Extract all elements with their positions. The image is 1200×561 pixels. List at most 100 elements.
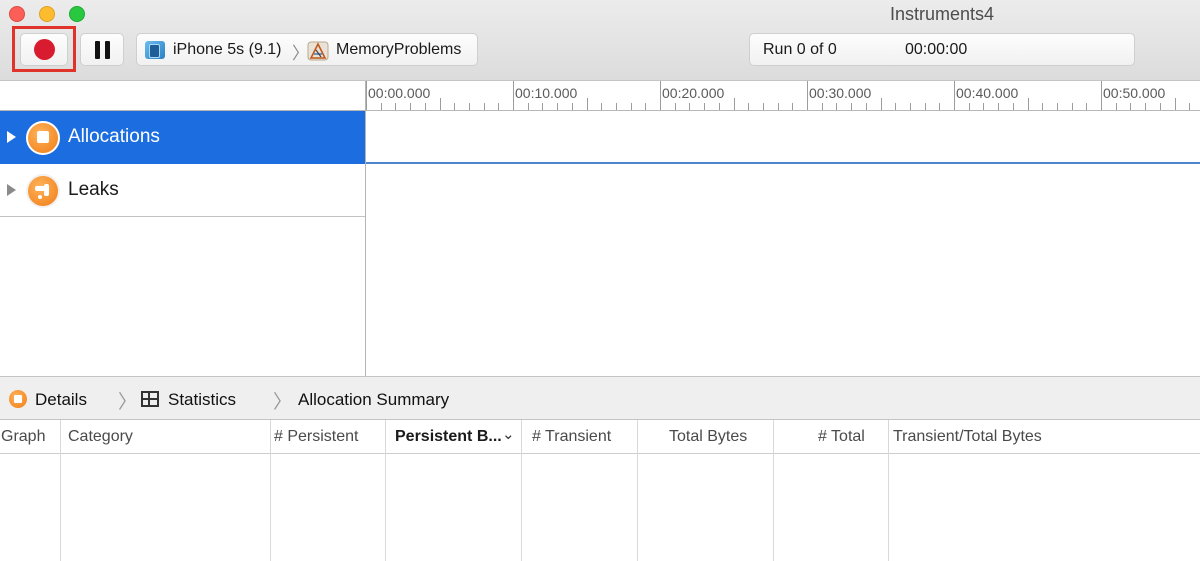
column-header-total-bytes[interactable]: Total Bytes [669, 428, 747, 446]
ruler-tick [851, 103, 852, 110]
details-button[interactable]: Details [35, 390, 87, 410]
allocations-icon [9, 390, 27, 408]
ruler-tick [601, 103, 602, 110]
grid-icon [141, 391, 159, 407]
track-label: Allocations [68, 126, 160, 147]
ruler-tick [1042, 103, 1043, 110]
ruler-tick [925, 103, 926, 110]
timeline-ruler[interactable]: 00:00.000 00:10.000 00:20.000 00:30.000 … [366, 81, 1200, 111]
ruler-tick [440, 98, 441, 110]
column-header-graph[interactable]: Graph [1, 428, 45, 446]
ruler-tick [484, 103, 485, 110]
pause-button[interactable] [80, 33, 124, 66]
track-name-cell[interactable]: Allocations [0, 111, 366, 164]
ruler-tick [1116, 103, 1117, 110]
ruler-tick [1086, 103, 1087, 110]
allocation-summary-table[interactable] [0, 454, 1200, 561]
ruler-tick [469, 103, 470, 110]
track-list-empty-area [0, 218, 366, 376]
close-window-button[interactable] [9, 6, 25, 22]
ruler-tick [572, 103, 573, 110]
column-header-category[interactable]: Category [68, 428, 133, 446]
ruler-tick [557, 103, 558, 110]
ruler-tick [704, 103, 705, 110]
column-header-persistent-count[interactable]: # Persistent [274, 428, 358, 446]
ruler-tick [836, 103, 837, 110]
app-target-icon [307, 41, 329, 61]
ruler-tick [587, 98, 588, 110]
ruler-tick [939, 103, 940, 110]
run-counter: Run 0 of 0 [763, 41, 837, 58]
ruler-tick [734, 98, 735, 110]
ruler-tick [381, 103, 382, 110]
ruler-tick [822, 103, 823, 110]
ruler-tick [631, 103, 632, 110]
column-header-transient-total-bytes[interactable]: Transient/Total Bytes [893, 428, 1042, 446]
sort-descending-icon[interactable]: ⌄ [502, 425, 515, 443]
column-header-transient-count[interactable]: # Transient [532, 428, 611, 446]
ruler-tick [969, 103, 970, 110]
track-graph[interactable] [366, 111, 1200, 164]
device-icon [145, 41, 165, 59]
column-header-persistent-bytes[interactable]: Persistent B... [395, 428, 502, 446]
ruler-tick [1028, 98, 1029, 110]
allocation-summary-button[interactable]: Allocation Summary [298, 390, 449, 410]
ruler-tick [1130, 103, 1131, 110]
track-row-leaks[interactable]: Leaks [0, 164, 1200, 217]
ruler-tick [1175, 98, 1176, 110]
ruler-tick [954, 81, 955, 110]
ruler-tick [498, 103, 499, 110]
breadcrumb-chevron-icon: 〉 [273, 392, 293, 413]
ruler-tick [807, 81, 808, 110]
ruler-tick [866, 103, 867, 110]
window-title: Instruments4 [889, 4, 995, 24]
ruler-tick [454, 103, 455, 110]
track-graph[interactable] [366, 164, 1200, 217]
ruler-tick [1189, 103, 1190, 110]
ruler-tick [778, 103, 779, 110]
track-splitter[interactable] [365, 81, 366, 376]
disclosure-triangle-icon[interactable] [7, 184, 16, 196]
ruler-tick [425, 103, 426, 110]
leaks-icon [26, 174, 60, 208]
ruler-tick [1160, 103, 1161, 110]
ruler-label: 00:40.000 [956, 85, 1019, 101]
ruler-tick [366, 81, 367, 110]
ruler-tick [881, 98, 882, 110]
run-timer: 00:00:00 [905, 41, 968, 58]
ruler-tick [542, 103, 543, 110]
ruler-tick [513, 81, 514, 110]
ruler-tick [1072, 103, 1073, 110]
allocations-icon [26, 121, 60, 155]
ruler-tick [895, 103, 896, 110]
breadcrumb-chevron-icon: 〉 [118, 392, 138, 413]
run-status-display: Run 0 of 0 00:00:00 [749, 33, 1135, 66]
ruler-tick [660, 81, 661, 110]
ruler-tick [792, 103, 793, 110]
minimize-window-button[interactable] [39, 6, 55, 22]
track-row-allocations[interactable]: Allocations [0, 111, 1200, 164]
zoom-window-button[interactable] [69, 6, 85, 22]
window-toolbar: Instruments4 iPhone 5s (9.1) 〉 MemoryPro… [0, 0, 1200, 81]
column-header-total-count[interactable]: # Total [818, 428, 865, 446]
ruler-tick [998, 103, 999, 110]
ruler-label: 00:00.000 [368, 85, 431, 101]
target-app-name: MemoryProblems [336, 41, 462, 58]
record-button[interactable] [20, 33, 68, 66]
ruler-tick [763, 103, 764, 110]
ruler-tick [1145, 103, 1146, 110]
disclosure-triangle-icon[interactable] [7, 131, 16, 143]
statistics-button[interactable]: Statistics [168, 390, 236, 410]
table-header: Graph Category # Persistent Persistent B… [0, 420, 1200, 454]
track-name-cell[interactable]: Leaks [0, 164, 366, 217]
ruler-tick [645, 103, 646, 110]
ruler-label: 00:20.000 [662, 85, 725, 101]
target-selector[interactable]: iPhone 5s (9.1) 〉 MemoryProblems [136, 33, 478, 66]
ruler-label: 00:30.000 [809, 85, 872, 101]
device-name: iPhone 5s (9.1) [173, 41, 282, 58]
ruler-label: 00:10.000 [515, 85, 578, 101]
ruler-label: 00:50.000 [1103, 85, 1166, 101]
track-label: Leaks [68, 179, 119, 200]
ruler-tick [410, 103, 411, 110]
track-list-header [0, 81, 366, 111]
